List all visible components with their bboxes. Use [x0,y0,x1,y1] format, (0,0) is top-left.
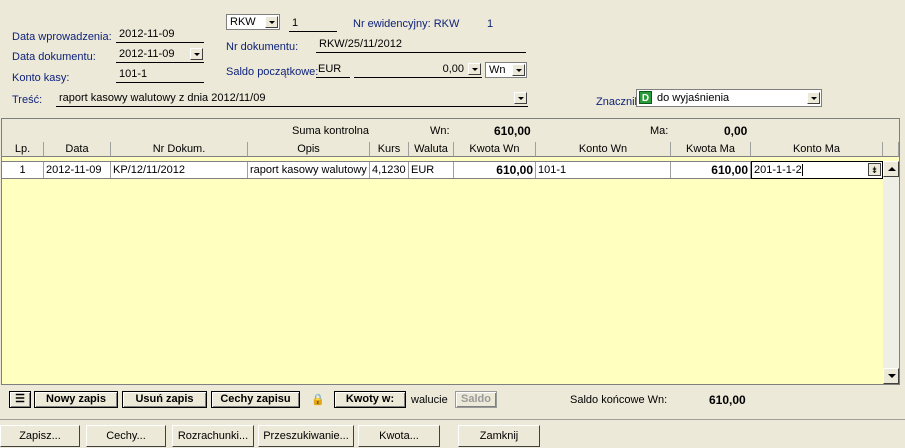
text-cursor [801,164,803,177]
cell-kwota-wn[interactable]: 610,00 [454,162,536,178]
cechy-button[interactable]: Cechy... [86,425,166,447]
menu-lines-icon[interactable]: ☰ [9,391,31,408]
cell-lp[interactable]: 1 [2,162,44,178]
doc-type-value: RKW [230,16,256,28]
cell-data[interactable]: 2012-11-09 [44,162,111,178]
ma-sum-value: 0,00 [724,124,748,138]
entries-grid[interactable]: Suma kontrolna Wn: 610,00 Ma: 0,00 Lp. D… [1,118,900,385]
kwoty-w-button[interactable]: Kwoty w: [334,391,406,408]
saldo-side-select[interactable]: Wn [485,62,527,78]
scroll-up-button[interactable] [883,161,899,177]
col-header-waluta[interactable]: Waluta [409,142,454,157]
doc-number-value: 1 [292,17,299,29]
col-header-nr-dokum[interactable]: Nr Dokum. [111,142,248,157]
chevron-down-icon[interactable] [512,64,525,76]
chevron-down-icon[interactable] [265,16,278,28]
lookup-icon[interactable]: ⇟ [868,163,881,176]
scroll-down-button[interactable] [883,368,899,384]
konto-kasy-label: Konto kasy: [12,72,70,84]
walucie-label: walucie [411,394,448,406]
table-row[interactable]: 1 2012-11-09 KP/12/11/2012 raport kasowy… [2,161,883,179]
saldo-value: 0,00 [442,63,464,75]
tresc-label: Treść: [12,94,43,106]
cell-konto-ma-editor[interactable]: 201-1-1-2 ⇟ [751,161,883,179]
doc-number-field[interactable]: 1 [289,16,337,32]
cell-konto-ma: 201-1-1-2 [754,164,802,176]
znacznik-value: do wyjaśnienia [657,92,730,104]
nr-ewidencyjny-label: Nr ewidencyjny: RKW [353,18,460,30]
chevron-down-icon[interactable] [807,92,820,104]
col-header-opis[interactable]: Opis [248,142,370,157]
przeszukiwanie-button[interactable]: Przeszukiwanie... [258,425,354,447]
nowy-zapis-button[interactable]: Nowy zapis [34,391,118,408]
data-wprowadzenia-value: 2012-11-09 [119,28,175,40]
saldo-currency-value: EUR [318,63,342,75]
cell-kwota-ma[interactable]: 610,00 [671,162,751,178]
cell-opis[interactable]: raport kasowy walutowy [248,162,370,178]
saldo-button[interactable]: Saldo [455,391,497,408]
tresc-combo[interactable]: raport kasowy walutowy z dnia 2012/11/09 [56,91,528,107]
lock-icon[interactable]: 🔒 [311,393,325,406]
data-dokumentu-label: Data dokumentu: [12,51,96,63]
znacznik-badge-icon: D [639,91,652,104]
data-dokumentu-picker[interactable]: 2012-11-09 [116,47,204,63]
wn-label: Wn: [430,125,450,137]
vertical-scrollbar[interactable] [883,161,899,384]
chevron-down-icon[interactable] [468,63,481,75]
saldo-side-value: Wn [489,64,506,76]
arrow-down-icon [888,374,896,378]
saldo-label: Saldo początkowe: [226,66,319,78]
konto-kasy-value: 101-1 [119,68,148,80]
usun-zapis-button[interactable]: Usuń zapis [122,391,207,408]
zamknij-button[interactable]: Zamknij [458,425,540,447]
saldo-currency-field[interactable]: EUR [316,62,350,78]
col-header-kwota-ma[interactable]: Kwota Ma [671,142,751,157]
cell-konto-wn[interactable]: 101-1 [536,162,671,178]
divider [0,419,905,420]
doc-type-select[interactable]: RKW [226,14,280,30]
col-header-kurs[interactable]: Kurs [370,142,409,157]
arrow-up-icon [888,167,896,171]
nr-dokumentu-value: RKW/25/11/2012 [319,38,402,50]
data-dokumentu-value: 2012-11-09 [119,48,175,60]
col-header-lp[interactable]: Lp. [2,142,44,157]
col-header-konto-ma[interactable]: Konto Ma [751,142,883,157]
saldo-koncowe-value: 610,00 [709,393,746,407]
znacznik-select[interactable]: D do wyjaśnienia [636,89,822,107]
konto-kasy-field[interactable]: 101-1 [116,67,204,83]
ma-label: Ma: [650,125,669,137]
nr-dokumentu-field[interactable]: RKW/25/11/2012 [316,37,526,53]
col-header-konto-wn[interactable]: Konto Wn [536,142,671,157]
chevron-down-icon[interactable] [514,92,527,104]
nr-ewidencyjny-value: 1 [487,18,494,30]
kwota-button[interactable]: Kwota... [358,425,440,447]
zapisz-button[interactable]: Zapisz... [0,425,80,447]
data-wprowadzenia-field[interactable]: 2012-11-09 [116,27,204,43]
cell-nr-dokum[interactable]: KP/12/11/2012 [111,162,248,178]
tresc-value: raport kasowy walutowy z dnia 2012/11/09 [59,92,266,104]
saldo-value-field[interactable]: 0,00 [354,62,482,78]
suma-kontrolna-label: Suma kontrolna [292,125,370,137]
cell-waluta[interactable]: EUR [409,162,454,178]
cell-kurs[interactable]: 4,1230 [370,162,409,178]
data-wprowadzenia-label: Data wprowadzenia: [12,31,112,43]
cechy-zapisu-button[interactable]: Cechy zapisu [211,391,300,408]
col-header-data[interactable]: Data [44,142,111,157]
col-header-kwota-wn[interactable]: Kwota Wn [454,142,536,157]
nr-dokumentu-label: Nr dokumentu: [226,41,299,53]
saldo-koncowe-label: Saldo końcowe Wn: [570,394,668,406]
rozrachunki-button[interactable]: Rozrachunki... [172,425,254,447]
col-header-corner [883,142,899,157]
chevron-down-icon[interactable] [190,48,203,60]
wn-sum-value: 610,00 [494,124,531,138]
